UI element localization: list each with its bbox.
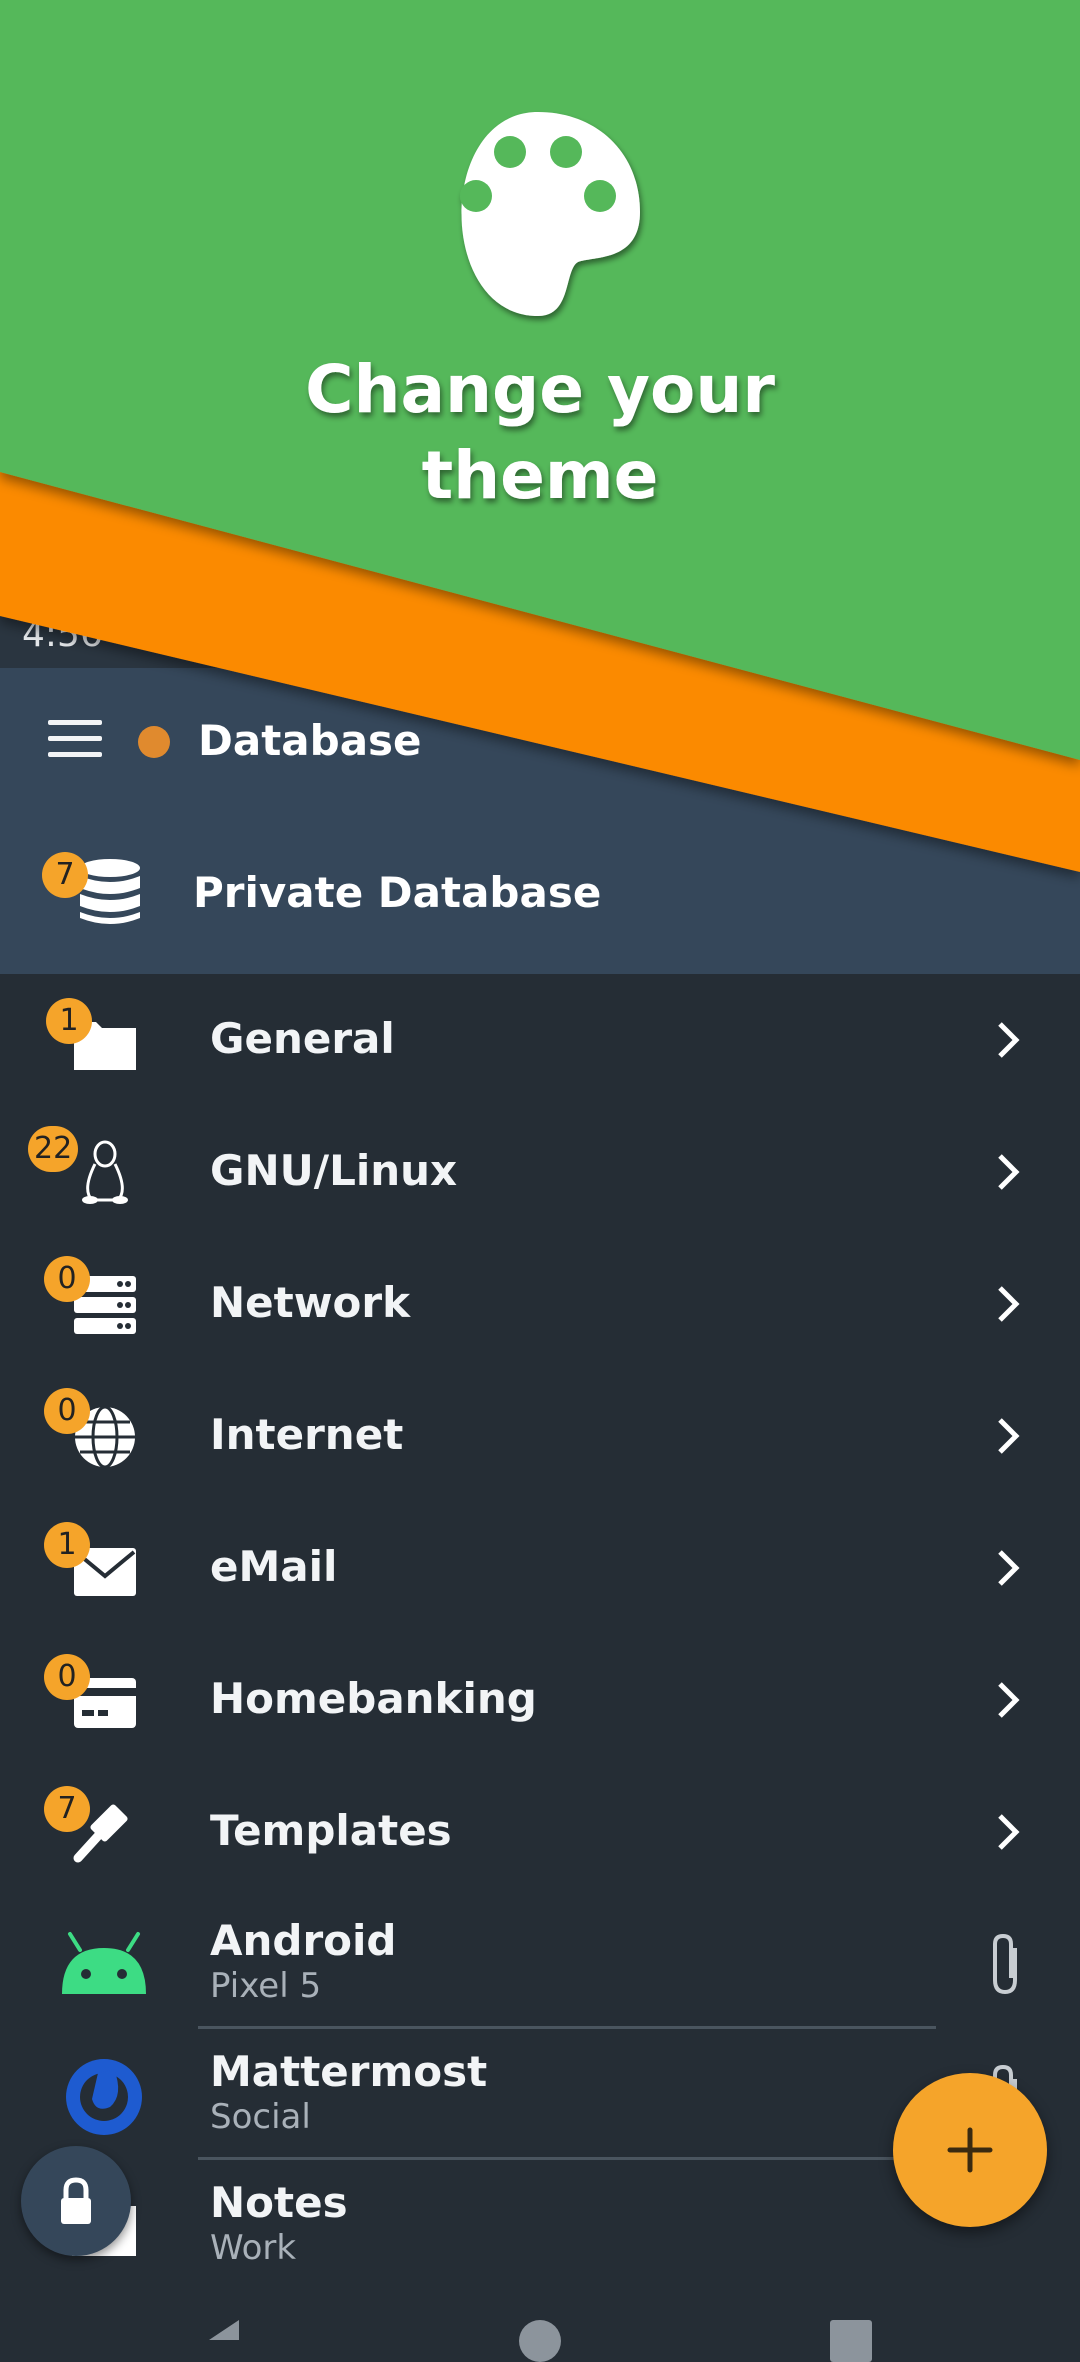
group-count-badge: 7 xyxy=(44,1786,90,1832)
home-icon[interactable] xyxy=(519,2320,561,2362)
entry-title: Notes xyxy=(210,2178,348,2227)
paperclip-icon xyxy=(993,1933,1017,1995)
chevron-right-icon xyxy=(998,1286,1020,1322)
group-item-gnu-linux[interactable]: 22 GNU/Linux xyxy=(0,1106,1080,1238)
entry-title: Android xyxy=(210,1916,397,1965)
entry-subtitle: Work xyxy=(210,2228,297,2268)
recents-icon[interactable] xyxy=(830,2320,872,2362)
entry-title: Mattermost xyxy=(210,2047,488,2096)
back-icon[interactable] xyxy=(205,2320,245,2340)
chevron-right-icon xyxy=(998,1418,1020,1454)
lock-database-button[interactable] xyxy=(21,2146,131,2256)
group-label: Internet xyxy=(210,1410,404,1459)
group-count-badge: 1 xyxy=(46,998,92,1044)
plus-icon xyxy=(947,2127,993,2173)
group-label: Homebanking xyxy=(210,1674,537,1723)
chevron-right-icon xyxy=(998,1550,1020,1586)
promo-title-line1: Change your xyxy=(305,351,775,428)
entry-item-android[interactable]: Android Pixel 5 xyxy=(0,1898,1080,2029)
chevron-right-icon xyxy=(998,1682,1020,1718)
group-label: eMail xyxy=(210,1542,338,1591)
promo-title-line2: theme xyxy=(422,437,659,514)
add-entry-button[interactable] xyxy=(893,2073,1047,2227)
group-item-email[interactable]: 1 eMail xyxy=(0,1502,1080,1634)
chevron-right-icon xyxy=(998,1154,1020,1190)
group-label: Network xyxy=(210,1278,411,1327)
group-label: Templates xyxy=(210,1806,452,1855)
group-item-network[interactable]: 0 Network xyxy=(0,1238,1080,1370)
group-label: General xyxy=(210,1014,395,1063)
system-navigation-bar xyxy=(0,2296,1080,2362)
group-count-badge: 22 xyxy=(28,1126,79,1172)
group-item-internet[interactable]: 0 Internet xyxy=(0,1370,1080,1502)
chevron-right-icon xyxy=(998,1022,1020,1058)
android-icon xyxy=(62,1932,146,1994)
lock-icon xyxy=(61,2177,91,2224)
group-count-badge: 0 xyxy=(44,1388,90,1434)
entry-subtitle: Pixel 5 xyxy=(210,1966,322,2006)
group-item-general[interactable]: 1 General xyxy=(0,974,1080,1106)
promo-banner: Change your theme xyxy=(0,0,1080,872)
group-count-badge: 1 xyxy=(44,1522,90,1568)
group-label: GNU/Linux xyxy=(210,1146,458,1195)
keepass-app: 4:56 Database 7 Private Database 1 Gener… xyxy=(0,0,1080,2362)
entry-subtitle: Social xyxy=(210,2097,311,2137)
group-item-homebanking[interactable]: 0 Homebanking xyxy=(0,1634,1080,1766)
linux-icon xyxy=(82,1140,128,1204)
group-item-templates[interactable]: 7 Templates xyxy=(0,1766,1080,1898)
chevron-right-icon xyxy=(998,1814,1020,1850)
group-count-badge: 0 xyxy=(44,1256,90,1302)
group-count-badge: 0 xyxy=(44,1654,90,1700)
mattermost-icon xyxy=(66,2059,142,2135)
